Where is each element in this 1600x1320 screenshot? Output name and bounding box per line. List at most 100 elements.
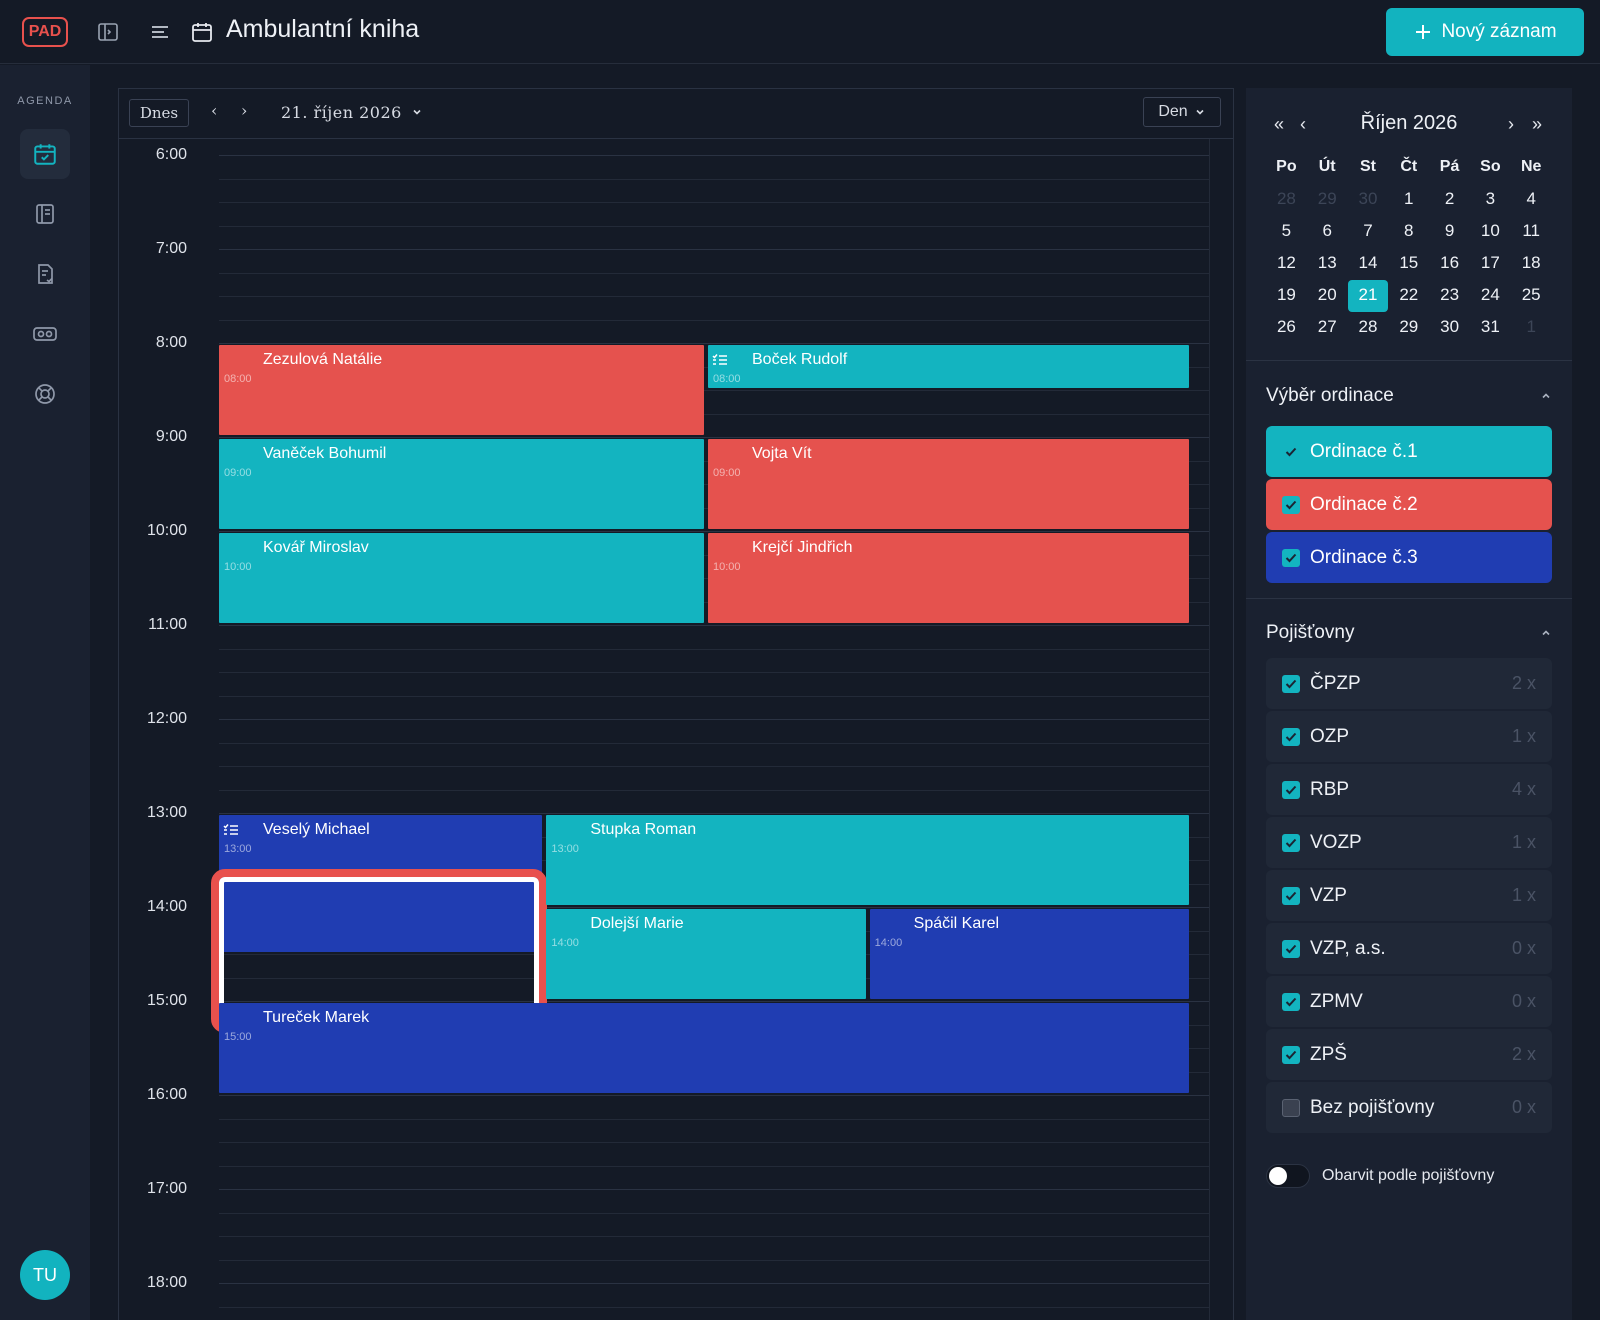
pojistovna-item[interactable]: VOZP 1 x	[1266, 817, 1552, 868]
calendar-event[interactable]: Dolejší Marie 14:00	[546, 909, 866, 999]
day-cell[interactable]: 1	[1511, 312, 1552, 344]
app-logo[interactable]: PAD	[22, 17, 68, 47]
time-grid[interactable]: 6:00 7:00 8:00 9:00 10:00 11:00 12:00 13:00 14:0…	[119, 139, 1233, 1320]
pojistovna-item[interactable]: ZPŠ 2 x	[1266, 1029, 1552, 1080]
checkbox-check-icon[interactable]	[1282, 495, 1300, 514]
day-cell[interactable]: 8	[1388, 216, 1429, 248]
day-cell[interactable]: 16	[1429, 248, 1470, 280]
day-cell[interactable]: 13	[1307, 248, 1348, 280]
weekday-label: Út	[1318, 158, 1336, 175]
menu-icon[interactable]	[148, 20, 172, 44]
weekday-label: St	[1359, 158, 1376, 175]
day-cell[interactable]: 26	[1266, 312, 1307, 344]
day-cell[interactable]: 9	[1429, 216, 1470, 248]
calendar-event[interactable]: Krejčí Jindřich 10:00	[708, 533, 1189, 623]
pojistovna-label: ČPZP	[1310, 672, 1361, 694]
day-cell[interactable]: 11	[1511, 216, 1552, 248]
day-cell[interactable]: 30	[1348, 184, 1389, 216]
calendar-event[interactable]: Tureček Marek 15:00	[219, 1003, 1189, 1093]
checkbox-unchecked-icon[interactable]	[1282, 1098, 1300, 1117]
checkbox-checked-icon[interactable]	[1282, 674, 1300, 693]
rail-item-agenda[interactable]	[20, 129, 70, 179]
grid-line	[219, 531, 1209, 532]
calendar-event[interactable]: Boček Rudolf 08:00	[708, 345, 1189, 388]
chevron-down-icon	[1196, 109, 1204, 115]
next-year-button[interactable]: »	[1532, 114, 1542, 135]
sidebar-toggle-icon[interactable]	[96, 20, 120, 44]
card-reader-icon	[33, 327, 57, 341]
pojistovna-item[interactable]: OZP 1 x	[1266, 711, 1552, 762]
day-cell[interactable]: 15	[1388, 248, 1429, 280]
day-cell[interactable]: 23	[1429, 280, 1470, 312]
checkbox-checked-icon[interactable]	[1282, 1045, 1300, 1064]
checkbox-checked-icon[interactable]	[1282, 727, 1300, 746]
color-by-insurer-toggle[interactable]	[1266, 1164, 1310, 1188]
day-cell[interactable]: 10	[1470, 216, 1511, 248]
day-cell[interactable]: 27	[1307, 312, 1348, 344]
day-cell[interactable]: 21	[1347, 280, 1389, 312]
prev-day-button[interactable]: ‹	[211, 101, 217, 120]
day-cell[interactable]: 3	[1470, 184, 1511, 216]
day-cell[interactable]: 24	[1470, 280, 1511, 312]
checkbox-checked-icon[interactable]	[1282, 939, 1300, 958]
day-cell[interactable]: 30	[1429, 312, 1470, 344]
day-calendar: Dnes ‹ › 21. říjen 2026 Den 6:00 7:00 8:00…	[118, 88, 1234, 1320]
next-day-button[interactable]: ›	[241, 101, 247, 120]
day-cell[interactable]: 6	[1307, 216, 1348, 248]
pojistovna-item[interactable]: ZPMV 0 x	[1266, 976, 1552, 1027]
day-cell[interactable]: 22	[1388, 280, 1429, 312]
chevron-up-icon[interactable]	[1540, 627, 1552, 642]
day-cell[interactable]: 28	[1348, 312, 1389, 344]
ordinace-item[interactable]: Ordinace č.1	[1266, 426, 1552, 477]
pojistovna-item[interactable]: ČPZP 2 x	[1266, 658, 1552, 709]
calendar-event[interactable]: Stupka Roman 13:00	[546, 815, 1189, 905]
day-cell[interactable]: 29	[1388, 312, 1429, 344]
day-cell[interactable]: 17	[1470, 248, 1511, 280]
rail-item-help[interactable]	[20, 369, 70, 419]
ordinace-item[interactable]: Ordinace č.3	[1266, 532, 1552, 583]
checkbox-checked-icon[interactable]	[1282, 992, 1300, 1011]
day-cell[interactable]: 14	[1348, 248, 1389, 280]
calendar-event[interactable]: Spáčil Karel 14:00	[869, 909, 1189, 999]
pojistovna-item[interactable]: VZP, a.s. 0 x	[1266, 923, 1552, 974]
avatar[interactable]: TU	[20, 1250, 70, 1300]
view-select[interactable]: Den	[1143, 97, 1221, 127]
checkbox-check-icon[interactable]	[1282, 443, 1300, 461]
day-cell[interactable]: 19	[1266, 280, 1307, 312]
date-picker-button[interactable]: 21. říjen 2026	[281, 103, 423, 122]
day-cell[interactable]: 18	[1511, 248, 1552, 280]
rail-item-records[interactable]	[20, 249, 70, 299]
day-cell[interactable]: 12	[1266, 248, 1307, 280]
day-cell[interactable]: 20	[1307, 280, 1348, 312]
pojistovna-item[interactable]: VZP 1 x	[1266, 870, 1552, 921]
day-cell[interactable]: 5	[1266, 216, 1307, 248]
day-cell[interactable]: 25	[1511, 280, 1552, 312]
ordinace-item[interactable]: Ordinace č.2	[1266, 479, 1552, 530]
calendar-event[interactable]: Vaněček Bohumil 09:00	[219, 439, 704, 529]
chevron-up-icon[interactable]	[1540, 390, 1552, 405]
checkbox-check-icon[interactable]	[1282, 548, 1300, 567]
day-cell[interactable]: 4	[1511, 184, 1552, 216]
rail-item-book[interactable]	[20, 189, 70, 239]
day-cell[interactable]: 31	[1470, 312, 1511, 344]
checkbox-checked-icon[interactable]	[1282, 833, 1300, 852]
today-button[interactable]: Dnes	[129, 99, 189, 127]
day-cell[interactable]: 1	[1388, 184, 1429, 216]
calendar-event[interactable]: Vojta Vít 09:00	[708, 439, 1189, 529]
new-record-button[interactable]: Nový záznam	[1386, 8, 1584, 56]
rail-item-cards[interactable]	[20, 309, 70, 359]
day-cell[interactable]: 29	[1307, 184, 1348, 216]
day-cell[interactable]: 28	[1266, 184, 1307, 216]
calendar-event[interactable]: Kovář Miroslav 10:00	[219, 533, 704, 623]
day-cell[interactable]: 2	[1429, 184, 1470, 216]
calendar-event[interactable]: Zezulová Natálie 08:00	[219, 345, 704, 435]
ordinace-label: Ordinace č.1	[1310, 440, 1418, 462]
day-cell[interactable]: 7	[1348, 216, 1389, 248]
checkbox-checked-icon[interactable]	[1282, 886, 1300, 905]
pojistovna-item[interactable]: Bez pojišťovny 0 x	[1266, 1082, 1552, 1133]
event-patient-name: Zezulová Natálie	[263, 351, 383, 368]
pojistovna-item[interactable]: RBP 4 x	[1266, 764, 1552, 815]
event-patient-name: Boček Rudolf	[752, 351, 848, 368]
checkbox-checked-icon[interactable]	[1282, 780, 1300, 799]
next-month-button[interactable]: ›	[1508, 114, 1514, 135]
